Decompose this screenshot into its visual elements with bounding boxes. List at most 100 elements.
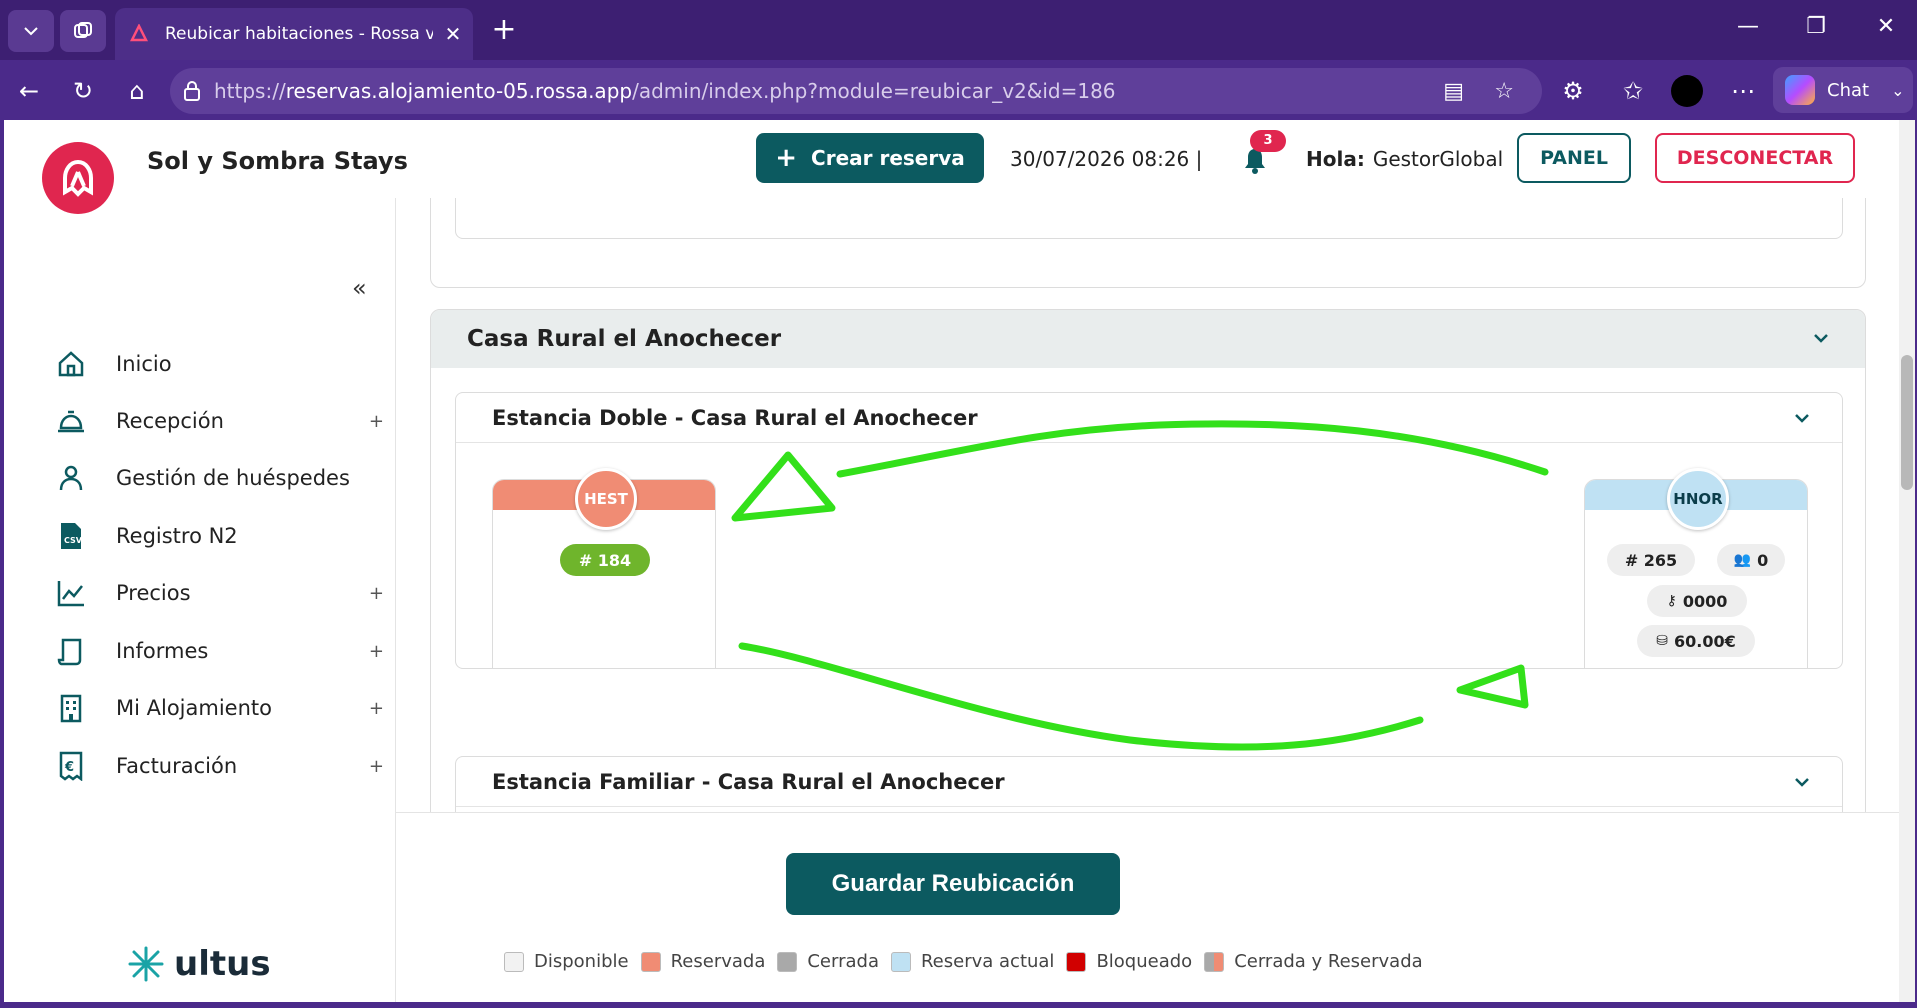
favorite-star-icon[interactable]: ☆	[1494, 79, 1514, 104]
minimize-button[interactable]: —	[1728, 14, 1768, 39]
room-card-target[interactable]: HNOR # 265 👥 0 ⚷ 0000 ⛁ 60.00€	[1584, 468, 1808, 668]
stay-card-doble: Estancia Doble - Casa Rural el Anochecer…	[455, 392, 1843, 669]
username: GestorGlobal	[1372, 147, 1504, 171]
browser-tab-bar: Reubicar habitaciones - Rossa v5 ✕ + — ❐…	[0, 0, 1917, 60]
room-card-source[interactable]: HEST # 184	[492, 468, 716, 668]
expand-plus-icon[interactable]: +	[369, 756, 384, 777]
close-window-button[interactable]: ✕	[1866, 14, 1906, 39]
home-browser-icon[interactable]: ⌂	[120, 74, 154, 108]
sidebar: « Inicio Recepción + Gestión de huéspede…	[4, 198, 396, 1002]
legend-swatch-reservada	[640, 951, 661, 972]
chevron-down-icon[interactable]	[1792, 408, 1812, 428]
panel-button[interactable]: PANEL	[1517, 133, 1631, 183]
back-icon[interactable]: ←	[12, 74, 46, 108]
legend-label: Cerrada	[807, 951, 879, 972]
ultus-logo: ultus	[128, 944, 271, 984]
receipt-euro-icon: €	[54, 749, 88, 783]
save-relocation-button[interactable]: Guardar Reubicación	[786, 853, 1120, 915]
legend-swatch-cerrada-reservada	[1204, 951, 1225, 972]
rossa-favicon-icon	[129, 24, 149, 42]
collapse-sidebar-icon[interactable]: «	[352, 274, 367, 302]
reader-mode-icon[interactable]: ▤	[1443, 79, 1464, 104]
chevron-down-icon: ⌄	[1891, 80, 1905, 100]
legend-swatch-reserva-actual	[890, 951, 911, 972]
previous-stay-card	[455, 198, 1843, 239]
app-window: Sol y Sombra Stays + Crear reserva 30/07…	[4, 120, 1899, 1002]
rossa-logo-icon	[63, 159, 93, 197]
sidebar-item-huespedes[interactable]: Gestión de huéspedes	[54, 458, 384, 498]
address-bar[interactable]: https://reservas.alojamiento-05.rossa.ap…	[170, 68, 1542, 114]
expand-plus-icon[interactable]: +	[369, 411, 384, 432]
chevron-down-icon[interactable]	[1811, 328, 1831, 348]
price-tag: ⛁ 60.00€	[1637, 625, 1755, 657]
expand-plus-icon[interactable]: +	[369, 641, 384, 662]
url-prefix: https://	[214, 79, 286, 103]
sidebar-item-inicio[interactable]: Inicio	[54, 344, 384, 384]
stay-header[interactable]: Estancia Familiar - Casa Rural el Anoche…	[456, 757, 1842, 807]
logout-button[interactable]: DESCONECTAR	[1655, 133, 1855, 183]
building-icon	[54, 691, 88, 725]
workspaces-button[interactable]	[60, 10, 106, 52]
stay-card-familiar: Estancia Familiar - Casa Rural el Anoche…	[455, 756, 1843, 812]
reload-icon[interactable]: ↻	[66, 74, 100, 108]
favorites-icon[interactable]: ✩	[1616, 74, 1650, 108]
create-booking-button[interactable]: + Crear reserva	[756, 133, 984, 183]
sidebar-item-label: Mi Alojamiento	[116, 696, 272, 720]
status-legend: Disponible Reservada Cerrada Reserva act…	[504, 951, 1435, 972]
footer-actions: Guardar Reubicación Disponible Reservada…	[396, 812, 1899, 1002]
sidebar-item-alojamiento[interactable]: Mi Alojamiento +	[54, 688, 384, 728]
plus-icon: +	[775, 143, 798, 173]
scroll-icon	[54, 634, 88, 668]
browser-tab-active[interactable]: Reubicar habitaciones - Rossa v5 ✕	[115, 8, 473, 60]
ultus-wordmark: ultus	[174, 944, 271, 984]
chevron-down-icon[interactable]	[1792, 772, 1812, 792]
guests-count: 0	[1757, 550, 1769, 570]
coins-icon: ⛁	[1656, 633, 1668, 649]
copilot-chat-button[interactable]: Chat ⌄	[1773, 67, 1913, 113]
csv-file-icon: CSV	[54, 519, 88, 553]
sidebar-item-facturacion[interactable]: € Facturación +	[54, 746, 384, 786]
sidebar-item-precios[interactable]: Precios +	[54, 573, 384, 613]
page-scrollbar[interactable]	[1899, 120, 1915, 1002]
legend-label: Bloqueado	[1096, 951, 1193, 972]
sidebar-item-registro[interactable]: CSV Registro N2	[54, 516, 384, 556]
create-booking-label: Crear reserva	[811, 146, 965, 170]
greeting-label: Hola:	[1306, 147, 1365, 171]
guests-tag: 👥 0	[1717, 544, 1785, 576]
browser-nav-bar: ← ↻ ⌂ https://reservas.alojamiento-05.ro…	[0, 60, 1917, 120]
profile-avatar[interactable]	[1670, 74, 1704, 108]
room-number-tag: # 265	[1607, 544, 1695, 576]
room-number-tag: # 184	[560, 544, 650, 576]
new-tab-button[interactable]: +	[484, 12, 524, 47]
previous-property-card	[430, 198, 1866, 288]
ultus-star-icon	[128, 946, 164, 982]
expand-plus-icon[interactable]: +	[369, 583, 384, 604]
stay-header[interactable]: Estancia Doble - Casa Rural el Anochecer	[456, 393, 1842, 443]
bell-desk-icon	[54, 404, 88, 438]
close-tab-icon[interactable]: ✕	[433, 22, 473, 46]
page-scrollbar-thumb[interactable]	[1901, 355, 1913, 490]
main-content: Casa Rural el Anochecer Estancia Doble -…	[396, 198, 1899, 812]
expand-plus-icon[interactable]: +	[369, 698, 384, 719]
more-menu-icon[interactable]: ⋯	[1726, 74, 1760, 108]
restore-button[interactable]: ❐	[1796, 14, 1836, 39]
extensions-icon[interactable]: ⚙	[1556, 74, 1590, 108]
sidebar-item-recepcion[interactable]: Recepción +	[54, 401, 384, 441]
room-type-badge: HNOR	[1667, 468, 1729, 530]
property-accordion-header[interactable]: Casa Rural el Anochecer	[431, 310, 1865, 368]
tab-list-button[interactable]	[8, 10, 54, 52]
legend-label: Reservada	[670, 951, 766, 972]
app-header: Sol y Sombra Stays + Crear reserva 30/07…	[4, 120, 1899, 214]
notifications-count-badge: 3	[1250, 130, 1286, 152]
legend-swatch-bloqueado	[1066, 951, 1087, 972]
sidebar-item-label: Precios	[116, 581, 191, 605]
sidebar-item-informes[interactable]: Informes +	[54, 631, 384, 671]
lock-icon	[184, 81, 200, 101]
sidebar-item-label: Registro N2	[116, 524, 238, 548]
svg-text:€: €	[64, 760, 74, 775]
legend-label: Disponible	[534, 951, 629, 972]
rossa-logo[interactable]	[42, 142, 114, 214]
sidebar-item-label: Inicio	[116, 352, 172, 376]
guests-icon: 👥	[1733, 552, 1752, 568]
sidebar-item-label: Informes	[116, 639, 209, 663]
